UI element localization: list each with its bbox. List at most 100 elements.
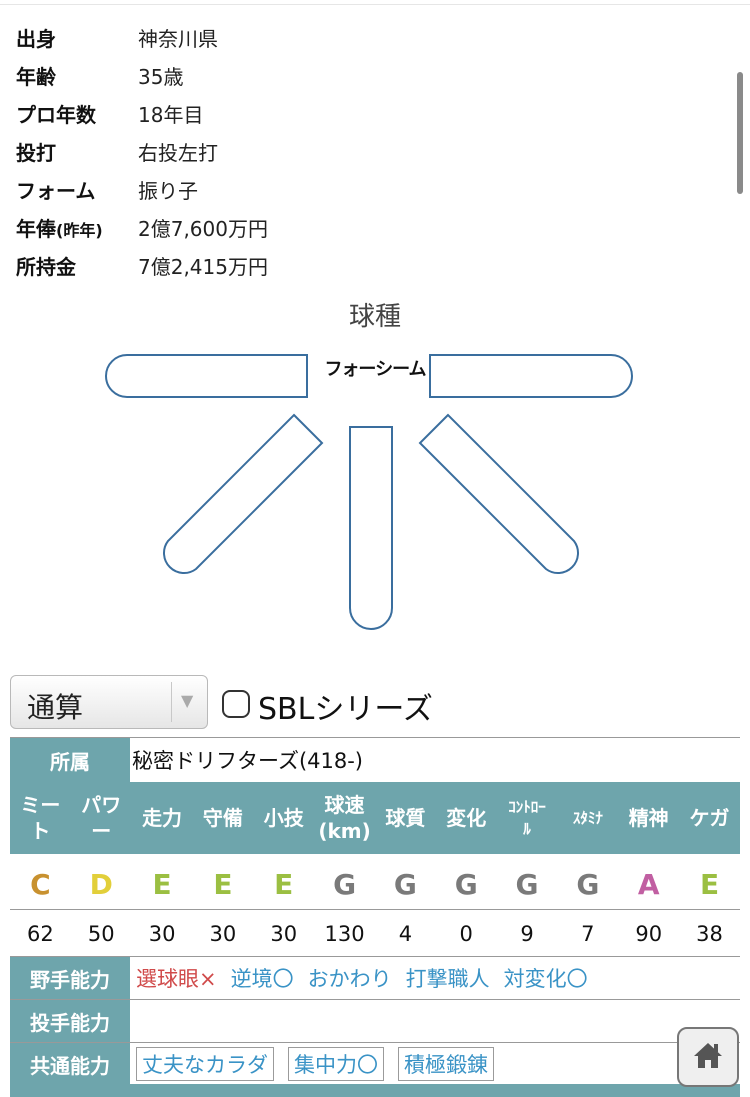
stat-header-line1: ｽﾀﾐﾅ [572, 809, 603, 827]
stat-header: ｺﾝﾄﾛｰ ﾙ [497, 782, 558, 854]
stat-header-line1: 守備 [202, 806, 243, 830]
period-select-value: 通算 [27, 691, 84, 724]
pitch-slot-down-left [163, 413, 324, 574]
pitch-slot-right [429, 354, 633, 398]
fielder-ability: おかわり [307, 967, 392, 991]
stat-value: 130 [324, 922, 365, 946]
profile-value: 神奈川県 [138, 26, 218, 51]
home-icon [694, 1043, 722, 1068]
common-ability-tag: 集中力〇 [288, 1047, 384, 1081]
stat-header: ケガ [679, 782, 740, 854]
pitch-slot-down [349, 426, 393, 630]
salary-label-small: (昨年) [56, 220, 103, 240]
pitch-slot-left [105, 354, 308, 398]
sbl-series-label[interactable]: SBLシリーズ [258, 684, 433, 728]
stat-header-line2: ー [91, 819, 112, 843]
stat-grade: E [274, 867, 294, 901]
stat-header-line1: 小技 [263, 806, 304, 830]
profile-label: 年齢 [16, 64, 56, 89]
stat-value: 7 [581, 922, 595, 946]
chevron-down-icon: ▼ [181, 691, 194, 710]
stat-header-line2: ト [30, 819, 51, 843]
stat-value: 50 [87, 922, 115, 946]
profile-value: 2億7,600万円 [138, 216, 268, 241]
stat-header-line2: ﾙ [523, 820, 531, 838]
profile-value: 右投左打 [138, 140, 218, 165]
stat-grade: G [515, 867, 539, 901]
top-divider [0, 0, 750, 5]
stat-header-line2: (km) [318, 819, 371, 843]
pitch-slot-down-right [418, 413, 579, 574]
stats-header-row: ミートパワー走力 守備 小技 球速 (km) 球質 変化 ｺﾝﾄﾛｰﾙｽﾀﾐﾅ 精神 ケガ [10, 782, 740, 854]
stat-value: 30 [209, 922, 237, 946]
profile-row-money: 所持金 7億2,415万円 [16, 246, 268, 284]
common-ability-label: 共通能力 [10, 1043, 130, 1085]
home-button[interactable] [677, 1027, 739, 1087]
stat-value: 30 [148, 922, 176, 946]
stat-value: 0 [459, 922, 473, 946]
stat-header-line1: パワ [81, 793, 122, 817]
row-divider [10, 909, 740, 910]
pitcher-ability-label: 投手能力 [10, 1000, 130, 1042]
affiliation-value: 秘密ドリフターズ(418-) [132, 749, 363, 773]
fielder-ability-list: 選球眼× 逆境〇 おかわり 打撃職人 対変化〇 [136, 957, 602, 999]
stat-value: 90 [635, 922, 663, 946]
stat-header-line1: 球速 [324, 793, 365, 817]
fielder-ability-label: 野手能力 [10, 957, 130, 999]
affiliation-row: 所属 秘密ドリフターズ(418-) [10, 737, 740, 783]
profile-label: 出身 [16, 26, 56, 51]
salary-label-main: 年俸 [16, 216, 56, 241]
stat-header: 球質 [375, 782, 436, 854]
pitch-types-title: 球種 [348, 302, 401, 332]
pitcher-ability-row: 投手能力 [10, 999, 740, 1042]
profile-value: 7億2,415万円 [138, 254, 268, 279]
stat-header-line1: ｺﾝﾄﾛｰ [508, 798, 546, 816]
stat-value: 62 [27, 922, 54, 946]
stat-header-line1: ミー [20, 793, 61, 817]
profile-label: プロ年数 [16, 102, 96, 127]
stat-grade: A [637, 867, 660, 901]
stat-header-line1: ケガ [689, 806, 730, 830]
stat-grade: E [152, 867, 172, 901]
profile-label: フォーム [16, 178, 96, 203]
fielder-ability: 対変化〇 [503, 967, 588, 991]
sbl-series-checkbox[interactable] [222, 690, 250, 718]
stat-grade: C [30, 867, 51, 901]
fielder-ability: 逆境〇 [230, 967, 294, 991]
profile-value: 振り子 [138, 178, 198, 203]
select-divider [171, 682, 172, 722]
stat-value: 9 [520, 922, 534, 946]
period-select[interactable]: 通算 ▼ [10, 675, 208, 729]
common-ability-tag: 積極鍛錬 [398, 1047, 494, 1081]
table-bottom-bar [10, 1084, 740, 1097]
stat-header: 小技 [253, 782, 314, 854]
pitch-diagram [105, 354, 633, 630]
profile-row-form: フォーム 振り子 [16, 170, 268, 208]
profile-value: 18年目 [138, 102, 204, 127]
profile-row-salary: 年俸(昨年) 2億7,600万円 [16, 208, 268, 246]
stat-header: ミート [10, 782, 71, 854]
stat-grade: G [454, 867, 478, 901]
common-ability-row: 共通能力 丈夫なカラダ 集中力〇 積極鍛錬 [10, 1042, 740, 1085]
profile-section: 出身 神奈川県 年齢 35歳 プロ年数 18年目 投打 右投左打 フォーム 振り… [16, 18, 268, 284]
profile-row-age: 年齢 35歳 [16, 56, 268, 94]
stat-header: 変化 [436, 782, 497, 854]
stat-value: 4 [398, 922, 413, 946]
stats-grade-row: CDEEEGGGGGAE [10, 859, 740, 909]
profile-row-throw-bat: 投打 右投左打 [16, 132, 268, 170]
stat-grade: D [89, 867, 113, 901]
stat-header: パワー [71, 782, 132, 854]
fielder-ability: 打撃職人 [405, 967, 490, 991]
stat-header-line1: 変化 [446, 806, 487, 830]
stat-header: 守備 [192, 782, 253, 854]
common-ability-tag: 丈夫なカラダ [136, 1047, 274, 1081]
stat-header-line1: 走力 [142, 806, 183, 830]
stat-value: 38 [696, 922, 723, 946]
scrollbar-thumb[interactable] [737, 72, 743, 194]
profile-value: 35歳 [138, 64, 184, 89]
stat-header-line1: 球質 [385, 806, 426, 830]
stat-header: ｽﾀﾐﾅ [557, 782, 618, 854]
stat-header: 球速 (km) [314, 782, 375, 854]
stat-header-line1: 精神 [628, 806, 669, 830]
fielder-ability: 選球眼× [136, 967, 217, 991]
